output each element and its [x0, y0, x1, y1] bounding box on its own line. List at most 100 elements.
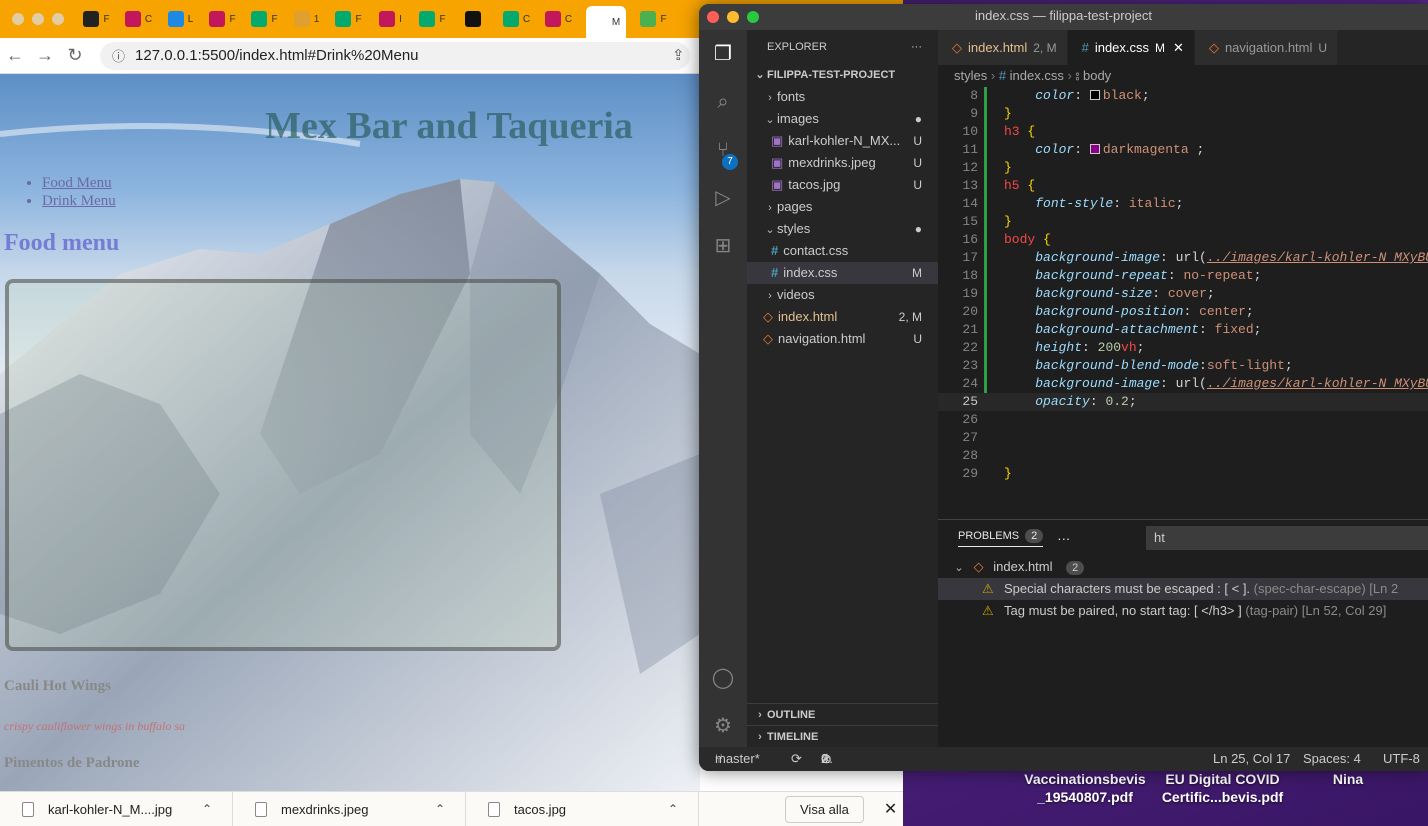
editor-tab[interactable]: ◇ navigation.html U [1194, 30, 1339, 65]
tree-folder[interactable]: › fonts [747, 86, 938, 108]
code-line[interactable]: 27 [938, 429, 1428, 447]
code-line[interactable]: 10 h3 { [938, 123, 1428, 141]
code-line[interactable]: 22 height: 200vh; [938, 339, 1428, 357]
chevron-up-icon[interactable]: ⌃ [200, 802, 214, 816]
editor-tab[interactable]: ◇ index.html 2, M [938, 30, 1068, 65]
browser-tab[interactable]: F [418, 6, 447, 32]
tree-file[interactable]: # contact.css [747, 240, 938, 262]
site-info-icon[interactable]: ⓘ [112, 46, 125, 65]
account-icon[interactable]: ◯ [711, 666, 735, 690]
code-line[interactable]: 11 color: darkmagenta ; [938, 141, 1428, 159]
panel-more-icon[interactable]: ··· [1057, 531, 1070, 546]
chevron-up-icon[interactable]: ⌃ [433, 802, 447, 816]
nav-link-food-menu[interactable]: Food Menu [42, 174, 116, 192]
browser-tab[interactable]: 1 [292, 6, 321, 32]
code-line[interactable]: 16 body { [938, 231, 1428, 249]
browser-tab[interactable]: L [166, 6, 195, 32]
close-tab-icon[interactable]: ✕ [1173, 40, 1184, 55]
tree-folder[interactable]: ⌄ styles ● [747, 218, 938, 240]
code-line[interactable]: 8 color: black; [938, 87, 1428, 105]
more-actions-icon[interactable]: ··· [911, 30, 922, 64]
timeline-section[interactable]: › TIMELINE [747, 725, 938, 747]
reload-icon[interactable]: ↻ [60, 45, 90, 66]
browser-tab[interactable]: C [124, 6, 153, 32]
tree-file[interactable]: ◇ index.html 2, M [747, 306, 938, 328]
code-line[interactable]: 15} [938, 213, 1428, 231]
back-arrow-icon[interactable]: ← [0, 45, 30, 66]
indentation-setting[interactable]: Spaces: 4 [1303, 747, 1361, 771]
browser-tab[interactable]: F [639, 6, 668, 32]
nav-link-drink-menu[interactable]: Drink Menu [42, 192, 116, 210]
browser-tab[interactable]: F [250, 6, 279, 32]
desktop-file-vaccination[interactable]: Vaccinationsbevis _19540807.pdf [1020, 770, 1150, 806]
search-icon[interactable]: ⌕ [711, 90, 735, 114]
code-editor[interactable]: 8 color: black; 9} 10 h3 {11 color: darkmag… [938, 87, 1428, 519]
video-player[interactable] [5, 279, 561, 651]
cursor-position[interactable]: Ln 25, Col 17 [1213, 747, 1290, 771]
browser-tab[interactable]: I [376, 6, 405, 32]
problems-filter-input[interactable]: ht [1146, 526, 1428, 550]
tree-file[interactable]: ◇ navigation.html U [747, 328, 938, 350]
code-line[interactable]: 19 background-size: cover; [938, 285, 1428, 303]
browser-tab[interactable] [460, 6, 489, 32]
browser-tab[interactable]: F [82, 6, 111, 32]
browser-tab[interactable]: M [586, 6, 626, 38]
close-window-button[interactable] [707, 11, 719, 23]
code-line[interactable]: 9} [938, 105, 1428, 123]
tree-folder[interactable]: ⌄ images ● [747, 108, 938, 130]
download-item[interactable]: mexdrinks.jpeg ⌃ [233, 791, 466, 826]
sync-icon[interactable]: ⟳ [791, 747, 802, 771]
tree-file[interactable]: # index.css M [747, 262, 938, 284]
zoom-window-button[interactable] [52, 13, 64, 25]
chevron-up-icon[interactable]: ⌃ [666, 802, 680, 816]
code-line[interactable]: 26 [938, 411, 1428, 429]
code-line[interactable]: 23 background-blend-mode:soft-light; [938, 357, 1428, 375]
outline-section[interactable]: › OUTLINE [747, 703, 938, 725]
code-line[interactable]: 18 background-repeat: no-repeat; [938, 267, 1428, 285]
project-folder-header[interactable]: ⌄ FILIPPA-TEST-PROJECT [747, 64, 938, 86]
code-line[interactable]: 13 h5 { [938, 177, 1428, 195]
extensions-icon[interactable]: ⊞ [711, 234, 735, 258]
editor-tab[interactable]: # index.css M ✕ [1067, 30, 1195, 65]
tree-folder[interactable]: › videos [747, 284, 938, 306]
zoom-window-button[interactable] [747, 11, 759, 23]
minimize-window-button[interactable] [727, 11, 739, 23]
desktop-file-nina[interactable]: Nina [1318, 770, 1378, 788]
browser-tab[interactable]: C [502, 6, 531, 32]
download-item[interactable]: tacos.jpg ⌃ [466, 791, 699, 826]
tree-file[interactable]: ▣ tacos.jpg U [747, 174, 938, 196]
browser-tab[interactable]: F [208, 6, 237, 32]
code-line[interactable]: 14 font-style: italic; [938, 195, 1428, 213]
close-icon[interactable]: ✕ [884, 799, 897, 819]
explorer-files-icon[interactable]: ❐ [711, 42, 735, 66]
code-line[interactable]: 21 background-attachment: fixed; [938, 321, 1428, 339]
run-debug-icon[interactable]: ▷ [711, 186, 735, 210]
code-line[interactable]: 24 background-image: url(../images/karl-… [938, 375, 1428, 393]
forward-arrow-icon[interactable]: → [30, 45, 60, 66]
code-line[interactable]: 12} [938, 159, 1428, 177]
encoding-setting[interactable]: UTF-8 [1383, 747, 1420, 771]
code-line[interactable]: 17 background-image: url(../images/karl-… [938, 249, 1428, 267]
tree-folder[interactable]: › pages [747, 196, 938, 218]
close-window-button[interactable] [12, 13, 24, 25]
breadcrumb-item[interactable]: index.css [1010, 68, 1064, 83]
url-bar[interactable]: ⓘ 127.0.0.1:5500/index.html#Drink%20Menu [100, 41, 690, 70]
code-line[interactable]: 29} [938, 465, 1428, 483]
problems-file-group[interactable]: ⌄ ◇ index.html 2 [938, 556, 1428, 578]
code-line[interactable]: 20 background-position: center; [938, 303, 1428, 321]
problem-item[interactable]: ⚠ Special characters must be escaped : [… [938, 578, 1428, 600]
problem-item[interactable]: ⚠ Tag must be paired, no start tag: [ </… [938, 600, 1428, 622]
download-item[interactable]: karl-kohler-N_M....jpg ⌃ [0, 791, 233, 826]
tree-file[interactable]: ▣ mexdrinks.jpeg U [747, 152, 938, 174]
share-icon[interactable]: ⇪ [672, 46, 685, 64]
show-all-downloads-button[interactable]: Visa alla [785, 795, 864, 823]
breadcrumb-item[interactable]: styles [954, 68, 987, 83]
minimize-window-button[interactable] [32, 13, 44, 25]
code-line[interactable]: 25 opacity: 0.2; [938, 393, 1428, 411]
gear-icon[interactable]: ⚙ [711, 714, 735, 738]
problems-tab[interactable]: PROBLEMS 2 [958, 528, 1044, 547]
desktop-file-covid[interactable]: EU Digital COVID Certific...bevis.pdf [1155, 770, 1290, 806]
browser-tab[interactable]: C [544, 6, 573, 32]
browser-tab[interactable]: F [334, 6, 363, 32]
tree-file[interactable]: ▣ karl-kohler-N_MX... U [747, 130, 938, 152]
